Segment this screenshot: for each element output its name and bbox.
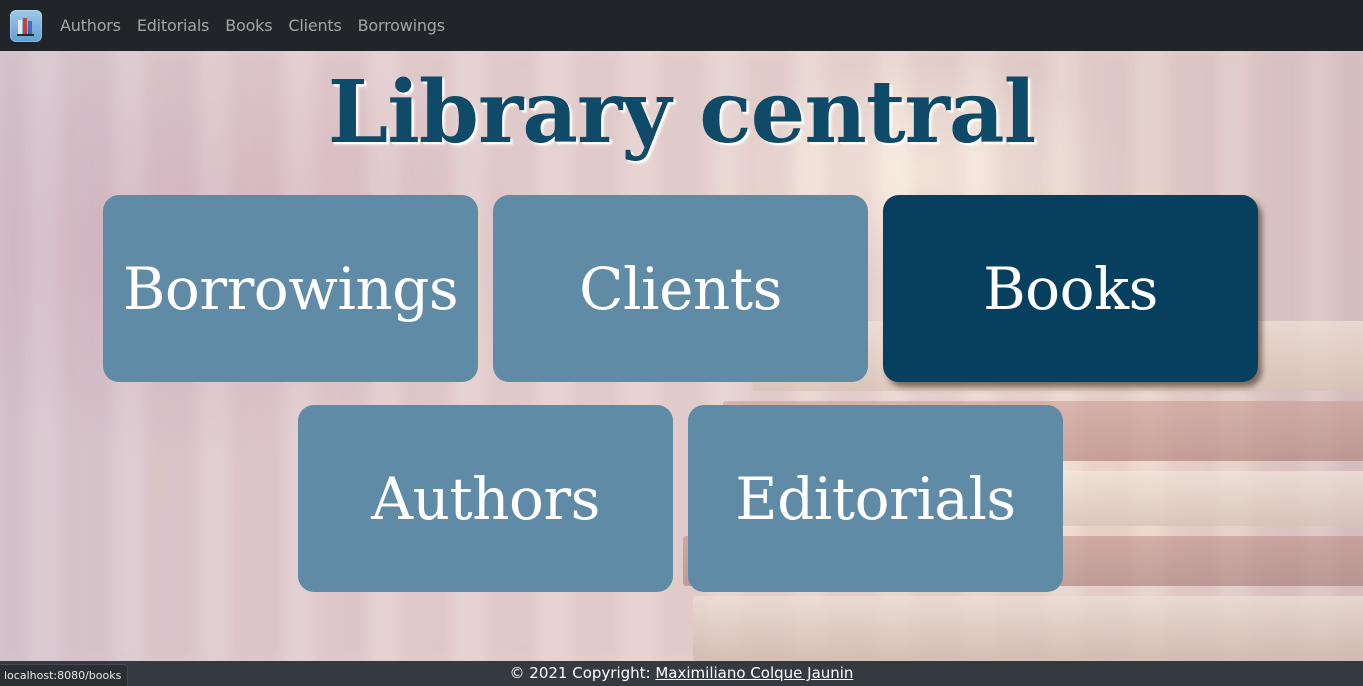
tile-books[interactable]: Books: [883, 195, 1258, 382]
tile-borrowings-label: Borrowings: [122, 254, 459, 323]
nav-link-clients[interactable]: Clients: [288, 16, 341, 35]
footer: © 2021 Copyright: Maximiliano Colque Jau…: [0, 661, 1363, 686]
page-title: Library central: [327, 62, 1037, 163]
browser-status-url: localhost:8080/books: [0, 664, 129, 686]
navbar: Authors Editorials Books Clients Borrowi…: [0, 0, 1363, 51]
tile-books-label: Books: [983, 254, 1158, 323]
tile-borrowings[interactable]: Borrowings: [103, 195, 478, 382]
tile-clients[interactable]: Clients: [493, 195, 868, 382]
nav-link-borrowings[interactable]: Borrowings: [358, 16, 445, 35]
tile-editorials-label: Editorials: [735, 464, 1016, 533]
footer-author-link[interactable]: Maximiliano Colque Jaunin: [655, 664, 853, 682]
tile-authors-label: Authors: [371, 464, 600, 533]
page: Authors Editorials Books Clients Borrowi…: [0, 0, 1363, 686]
nav-link-books[interactable]: Books: [225, 16, 272, 35]
tile-authors[interactable]: Authors: [298, 405, 673, 592]
nav-link-editorials[interactable]: Editorials: [137, 16, 210, 35]
tile-clients-label: Clients: [579, 254, 782, 323]
footer-copyright: © 2021 Copyright:: [509, 664, 656, 682]
library-logo-icon[interactable]: [10, 9, 42, 42]
nav-link-authors[interactable]: Authors: [60, 16, 121, 35]
tile-editorials[interactable]: Editorials: [688, 405, 1063, 592]
